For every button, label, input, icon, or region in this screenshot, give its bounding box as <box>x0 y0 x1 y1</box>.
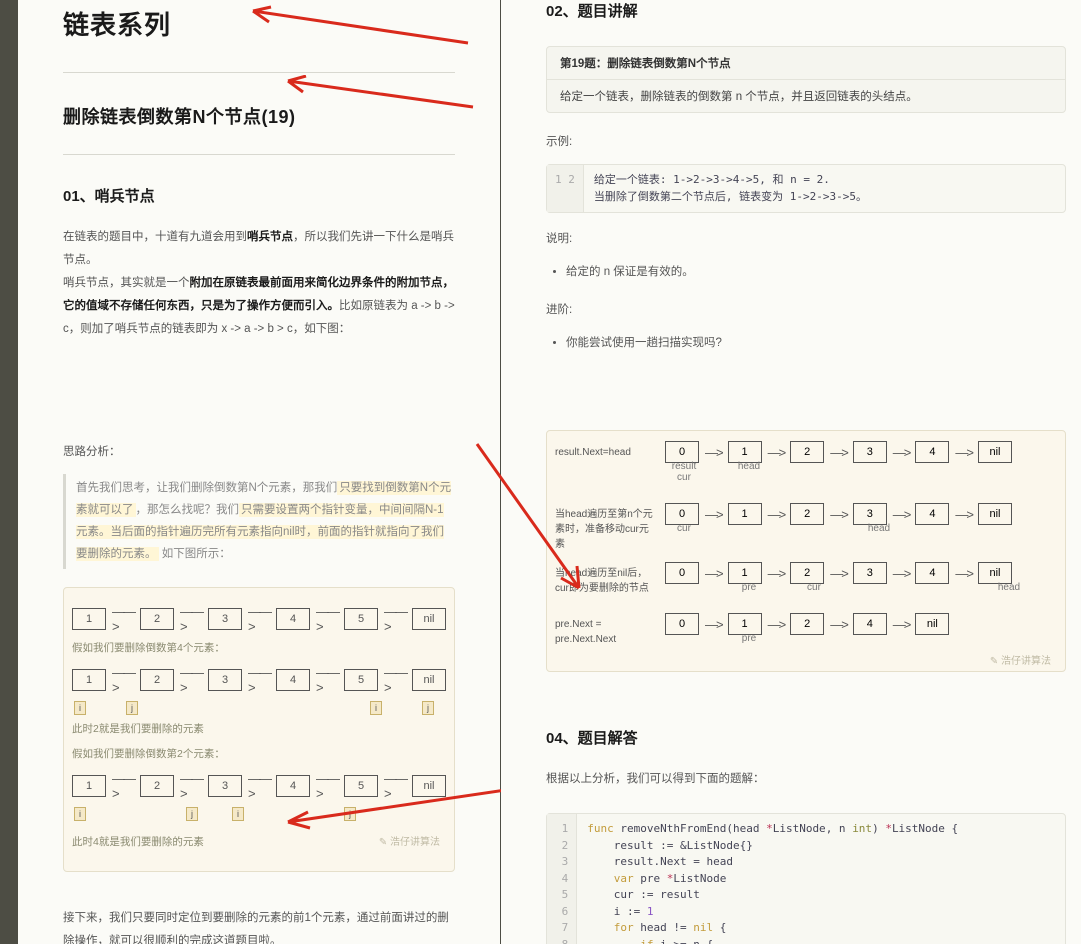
question-body: 给定一个链表，删除链表的倒数第 n 个节点，并且返回链表的头结点。 <box>547 80 1065 112</box>
diagram-block: 1——> 2——> 3——> 4——> 5——> nil 假如我们要删除倒数第4… <box>63 587 455 872</box>
analysis-label: 思路分析： <box>63 441 455 464</box>
series-title: 链表系列 <box>63 5 455 42</box>
section-04-heading: 04、题目解答 <box>546 727 1066 748</box>
left-column: 链表系列 删除链表倒数第N个节点(19) 01、哨兵节点 在链表的题目中，十道有… <box>18 0 501 944</box>
list-item: 给定的 n 保证是有效的。 <box>566 261 1066 284</box>
article-title: 删除链表倒数第N个节点(19) <box>63 103 455 129</box>
explain-label: 说明: <box>546 228 1066 251</box>
right-column: 02、题目讲解 第19题：删除链表倒数第N个节点 给定一个链表，删除链表的倒数第… <box>501 0 1081 944</box>
question-box: 第19题：删除链表倒数第N个节点 给定一个链表，删除链表的倒数第 n 个节点，并… <box>546 46 1066 113</box>
solution-codebox: 1 2 3 4 5 6 7 8 9 10 11 12 13 14 15 16 1… <box>546 813 1066 944</box>
quote-block: 首先我们思考，让我们删除倒数第N个元素，那我们只要找到倒数第N个元素就可以了，那… <box>63 474 455 569</box>
section-02-heading: 02、题目讲解 <box>546 0 1066 21</box>
diagram2-block: result.Next=head 0—> 1—> 2—> 3—> 4—> nil… <box>546 430 1066 672</box>
section-01-heading: 01、哨兵节点 <box>63 185 455 206</box>
list-item: 你能尝试使用一趟扫描实现吗? <box>566 332 1066 355</box>
para: 哨兵节点，其实就是一个附加在原链表最前面用来简化边界条件的附加节点，它的值域不存… <box>63 272 455 341</box>
example-codebox: 1 2 给定一个链表: 1->2->3->4->5, 和 n = 2. 当删除了… <box>546 164 1066 213</box>
solution-intro: 根据以上分析，我们可以得到下面的题解： <box>546 768 1066 791</box>
para: 在链表的题目中，十道有九道会用到哨兵节点，所以我们先讲一下什么是哨兵节点。 <box>63 226 455 272</box>
para: 接下来，我们只要同时定位到要删除的元素的前1个元素，通过前面讲过的删除操作，就可… <box>63 907 455 944</box>
advanced-label: 进阶: <box>546 299 1066 322</box>
question-title: 第19题：删除链表倒数第N个节点 <box>547 47 1065 80</box>
example-label: 示例: <box>546 131 1066 154</box>
